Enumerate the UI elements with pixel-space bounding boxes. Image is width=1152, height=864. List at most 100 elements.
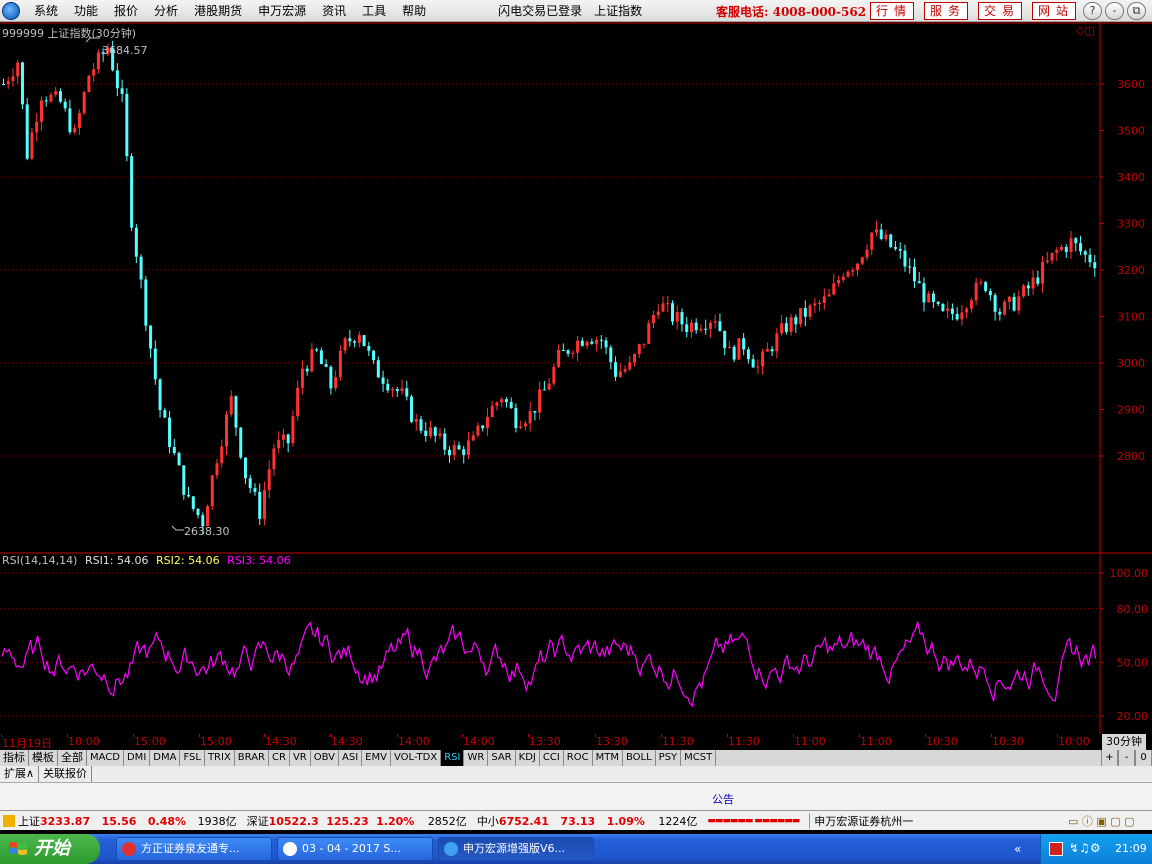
candle-body xyxy=(1055,249,1059,253)
rsi-tick-label: 80.00 xyxy=(1117,603,1149,616)
menu-swhy[interactable]: 申万宏源 xyxy=(250,2,314,19)
candle-body xyxy=(931,293,935,302)
tab-全部[interactable]: 全部 xyxy=(58,750,87,766)
tab-指标[interactable]: 指标 xyxy=(0,750,29,766)
ticker-zx[interactable]: 中小6752.41 73.13 1.09% 1224亿 xyxy=(477,813,698,829)
menu-help[interactable]: 帮助 xyxy=(394,2,434,19)
tab-fsl[interactable]: FSL xyxy=(180,750,205,766)
task-swhy[interactable]: 申万宏源增强版V6... xyxy=(438,837,594,861)
candle-body xyxy=(794,317,798,325)
candle-body xyxy=(889,234,893,248)
ticker-tray-icons[interactable]: ▭ ⓘ ▣ ▢ ▢ xyxy=(1068,813,1135,829)
tab-mtm[interactable]: MTM xyxy=(593,750,623,766)
tray-app-icon[interactable] xyxy=(1049,842,1063,856)
ie-icon xyxy=(283,842,297,856)
candle-body xyxy=(780,323,784,334)
time-label: 11:30 xyxy=(728,735,760,748)
related-quote-tab[interactable]: 关联报价 xyxy=(39,766,93,782)
expand-tab[interactable]: 扩展∧ xyxy=(0,766,40,782)
candle-body xyxy=(300,368,304,388)
candle-body xyxy=(576,340,580,353)
tab-dma[interactable]: DMA xyxy=(150,750,181,766)
candle-body xyxy=(410,396,414,422)
menu-news[interactable]: 资讯 xyxy=(314,2,354,19)
tab-psy[interactable]: PSY xyxy=(656,750,682,766)
task-excel[interactable]: 03 - 04 - 2017 S... xyxy=(277,837,433,861)
candle-body xyxy=(832,283,836,295)
task-label: 方正证券泉友通专... xyxy=(141,842,240,855)
tab-cci[interactable]: CCI xyxy=(540,750,564,766)
tab-rsi[interactable]: RSI xyxy=(441,750,465,766)
candle-body xyxy=(139,256,143,280)
candle-body xyxy=(637,344,641,355)
price-tick-label: 2800 xyxy=(1117,450,1145,463)
candle-body xyxy=(974,282,978,301)
zx-value: 6752.41 xyxy=(498,814,549,828)
app-window: 系统 功能 报价 分析 港股期货 申万宏源 资讯 工具 帮助 闪电交易已登录 上… xyxy=(0,0,1152,864)
candle-body xyxy=(400,388,404,392)
menu-hk-futures[interactable]: 港股期货 xyxy=(186,2,250,19)
time-label: 10:30 xyxy=(992,735,1024,748)
tab-sar[interactable]: SAR xyxy=(488,750,516,766)
ticker-sz[interactable]: 深证10522.3 125.23 1.20% 2852亿 xyxy=(247,813,467,829)
tab-cr[interactable]: CR xyxy=(269,750,290,766)
zoom-button-1[interactable]: - xyxy=(1118,750,1135,766)
chart-area[interactable]: 2800 2900 3000 3100 3200 3300 3400 3500 3600 20.0… xyxy=(0,22,1152,734)
tray-expand-icon[interactable]: « xyxy=(1014,842,1021,856)
candle-body xyxy=(1017,296,1021,311)
time-tick xyxy=(925,734,926,737)
tab-boll[interactable]: BOLL xyxy=(623,750,656,766)
time-label: 11:00 xyxy=(860,735,892,748)
tab-emv[interactable]: EMV xyxy=(362,750,391,766)
help-icon[interactable]: ? xyxy=(1083,2,1102,20)
zoom-button-2[interactable]: 0 xyxy=(1135,750,1152,766)
tab-obv[interactable]: OBV xyxy=(311,750,339,766)
rsi-line xyxy=(1,621,1097,708)
menu-analysis[interactable]: 分析 xyxy=(146,2,186,19)
chart-svg[interactable]: 2800 2900 3000 3100 3200 3300 3400 3500 3600 20.0… xyxy=(0,22,1152,734)
tab-wr[interactable]: WR xyxy=(464,750,489,766)
candle-body xyxy=(438,433,442,436)
website-button[interactable]: 网站 xyxy=(1032,2,1076,20)
clock[interactable]: 21:09 xyxy=(1115,842,1147,855)
restore-icon[interactable]: ⧉ xyxy=(1127,2,1146,20)
candle-body xyxy=(860,257,864,264)
tray-network-icon[interactable]: ↯♫⚙ xyxy=(1069,841,1101,855)
tab-trix[interactable]: TRIX xyxy=(205,750,235,766)
minimize-icon[interactable]: - xyxy=(1105,2,1124,20)
menu-system[interactable]: 系统 xyxy=(26,2,66,19)
announcement-label[interactable]: 公告 xyxy=(712,791,734,807)
tab-模板[interactable]: 模板 xyxy=(29,750,58,766)
quote-button[interactable]: 行情 xyxy=(870,2,914,20)
candle-body xyxy=(870,232,874,250)
tab-mcst[interactable]: MCST xyxy=(681,750,717,766)
tab-brar[interactable]: BRAR xyxy=(235,750,269,766)
period-label[interactable]: 30分钟 xyxy=(1102,734,1146,750)
menu-tools[interactable]: 工具 xyxy=(354,2,394,19)
task-fangzheng[interactable]: 方正证券泉友通专... xyxy=(116,837,272,861)
candle-body xyxy=(386,383,390,391)
service-button[interactable]: 服务 xyxy=(924,2,968,20)
tab-kdj[interactable]: KDJ xyxy=(516,750,540,766)
candle-body xyxy=(414,419,418,422)
trade-button[interactable]: 交易 xyxy=(978,2,1022,20)
ticker-icon[interactable] xyxy=(3,814,15,827)
time-tick xyxy=(661,734,662,737)
start-button[interactable]: 开始 xyxy=(0,834,100,864)
tab-vr[interactable]: VR xyxy=(290,750,311,766)
time-tick xyxy=(595,734,596,737)
candle-body xyxy=(1003,301,1007,315)
candle-body xyxy=(542,389,546,391)
candle-body xyxy=(661,303,665,312)
zoom-button-0[interactable]: + xyxy=(1101,750,1118,766)
chart-corner-icon[interactable]: ◇◫ xyxy=(1076,24,1095,37)
menu-quote[interactable]: 报价 xyxy=(106,2,146,19)
ticker-sh[interactable]: 上证3233.87 15.56 0.48% 1938亿 xyxy=(18,813,237,829)
tab-roc[interactable]: ROC xyxy=(564,750,593,766)
tab-macd[interactable]: MACD xyxy=(87,750,124,766)
tab-vol-tdx[interactable]: VOL-TDX xyxy=(391,750,442,766)
time-tick xyxy=(1,734,2,737)
tab-dmi[interactable]: DMI xyxy=(124,750,151,766)
tab-asi[interactable]: ASI xyxy=(339,750,363,766)
menu-function[interactable]: 功能 xyxy=(66,2,106,19)
